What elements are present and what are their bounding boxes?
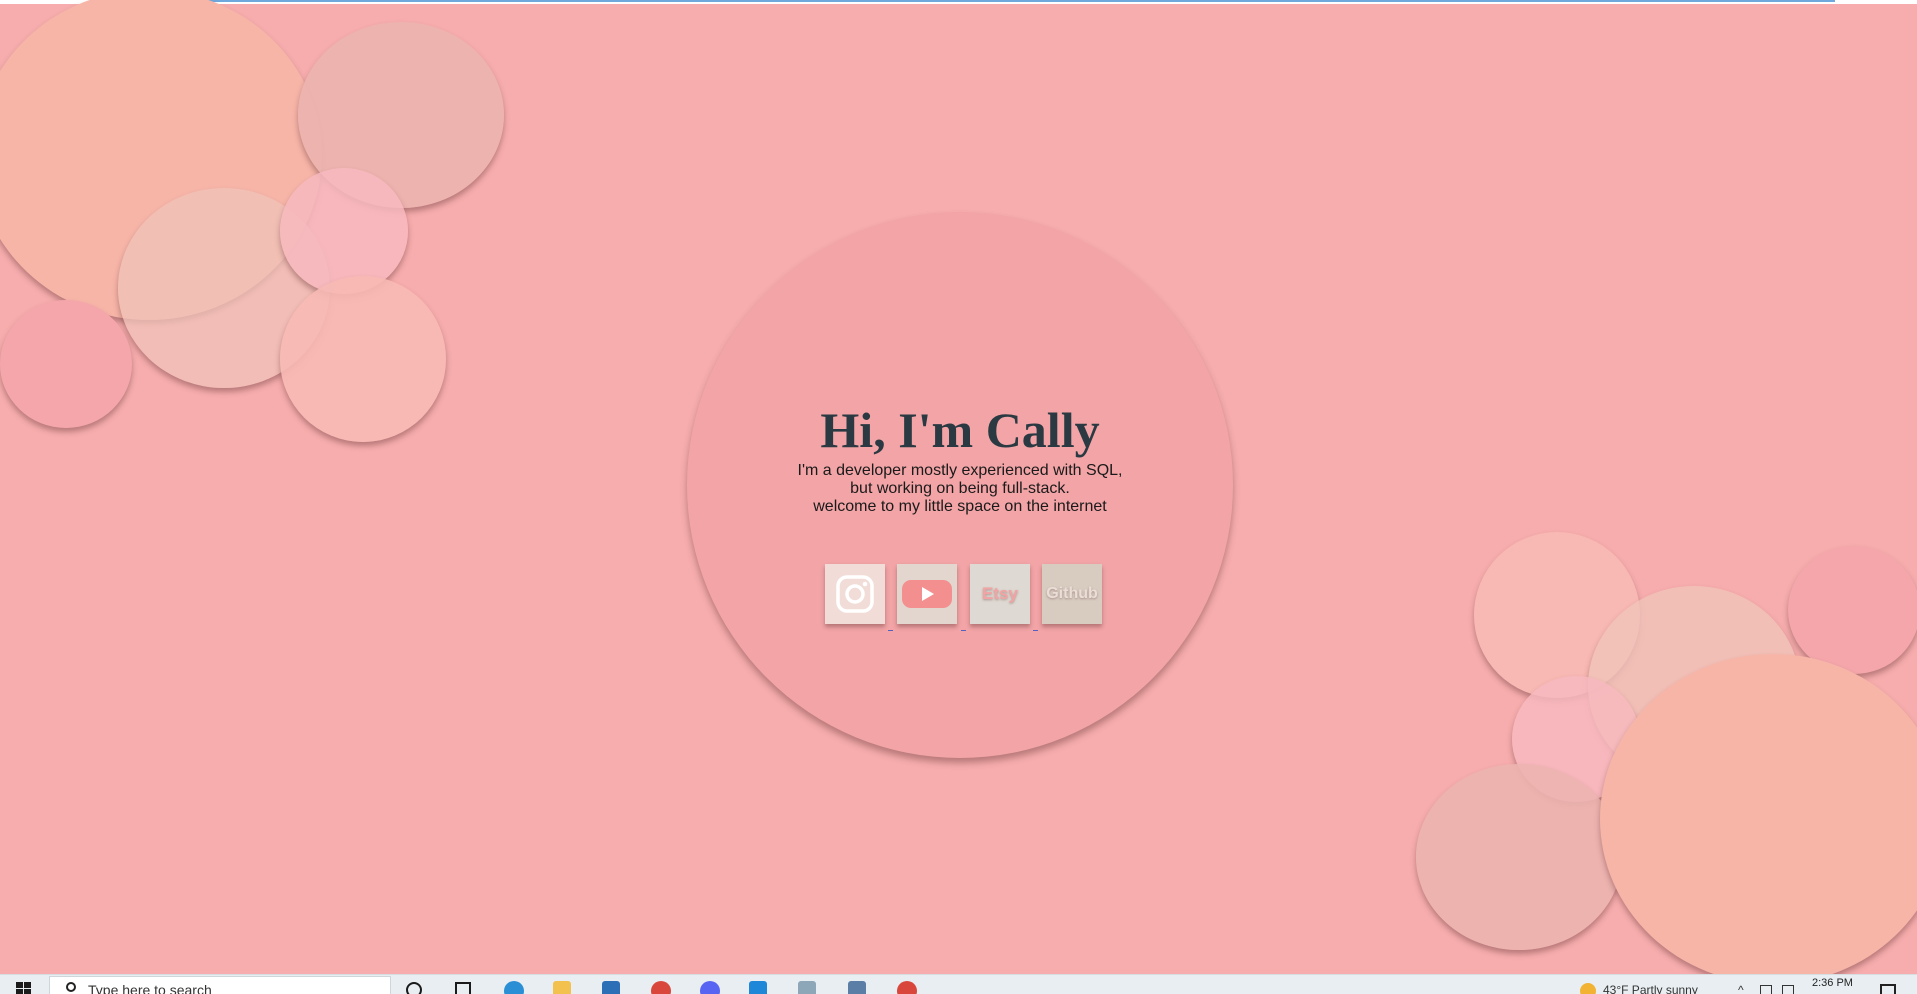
bubble-br-bottom (1416, 764, 1622, 950)
hero-intro-line-1: I'm a developer mostly experienced with … (797, 462, 1123, 479)
github-label: Github (1046, 585, 1098, 602)
link-underscore (1033, 630, 1038, 631)
etsy-link[interactable]: Etsy (970, 564, 1030, 624)
taskbar-search-placeholder: Type here to search (88, 982, 212, 994)
task-view-icon[interactable] (455, 982, 471, 994)
notepad-icon[interactable] (798, 981, 816, 994)
network-icon[interactable] (1760, 985, 1772, 994)
youtube-link[interactable] (897, 564, 957, 624)
file-explorer-icon[interactable] (553, 981, 571, 994)
hero-title: Hi, I'm Cally (820, 402, 1100, 458)
chrome-icon[interactable] (651, 981, 671, 994)
hero-intro: I'm a developer mostly experienced with … (687, 462, 1233, 516)
taskbar-clock[interactable]: 2:36 PM (1812, 977, 1853, 989)
notification-icon[interactable] (1880, 984, 1896, 994)
volume-icon[interactable] (1782, 985, 1794, 994)
edge-icon[interactable] (504, 981, 524, 994)
weather-icon (1580, 983, 1596, 994)
instagram-icon (836, 575, 874, 613)
browser-top-strip (0, 0, 1917, 4)
hero-intro-line-2: but working on being full-stack. (850, 480, 1070, 497)
page-root: Hi, I'm Cally I'm a developer mostly exp… (0, 0, 1917, 994)
weather-text[interactable]: 43°F Partly sunny (1603, 983, 1698, 994)
hero-circle: Hi, I'm Cally I'm a developer mostly exp… (687, 212, 1233, 758)
bubble-tl-lower (280, 276, 446, 442)
windows-start-icon[interactable] (16, 982, 32, 994)
search-icon[interactable] (406, 982, 422, 994)
instagram-link[interactable] (825, 564, 885, 624)
store-icon[interactable] (602, 981, 620, 994)
link-underscore (888, 630, 893, 631)
github-link[interactable]: Github (1042, 564, 1102, 624)
chrome-icon[interactable] (897, 981, 917, 994)
loading-bar (118, 0, 1835, 2)
social-links: Etsy Github (825, 564, 1115, 631)
search-icon (66, 982, 76, 992)
etsy-label: Etsy (982, 584, 1018, 603)
calculator-icon[interactable] (848, 981, 866, 994)
taskbar: Type here to search 43°F Partly sunny ^ … (0, 974, 1917, 994)
link-underscore (961, 630, 966, 631)
bubble-tl-left (0, 300, 132, 428)
youtube-icon (902, 580, 952, 608)
bubble-br-right (1788, 546, 1917, 674)
taskbar-search-box[interactable]: Type here to search (49, 976, 391, 994)
chevron-up-icon[interactable]: ^ (1738, 983, 1744, 994)
vscode-icon[interactable] (749, 981, 767, 994)
bubble-br-large (1600, 654, 1917, 984)
hero-intro-line-3: welcome to my little space on the intern… (813, 498, 1107, 515)
bubble-tl-small (280, 168, 408, 294)
discord-icon[interactable] (700, 981, 720, 994)
